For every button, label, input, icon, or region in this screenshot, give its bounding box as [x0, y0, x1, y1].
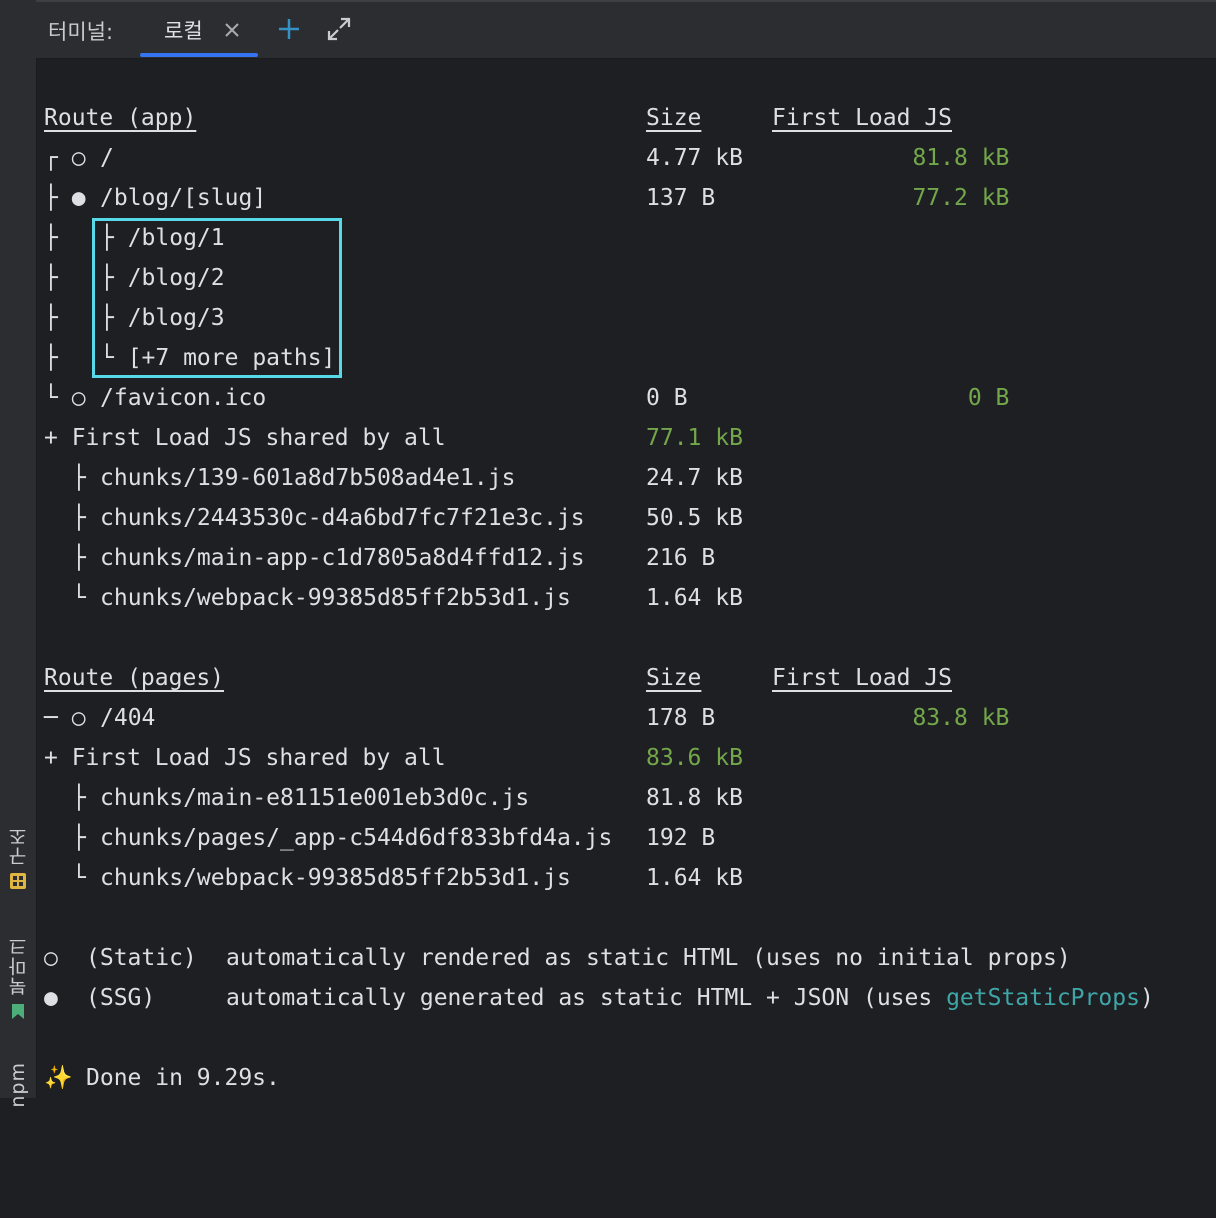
get-static-props-link[interactable]: getStaticProps — [946, 985, 1140, 1011]
first-load-header: First Load JS — [772, 665, 953, 691]
route-first-load: 81.8 kB — [912, 145, 1010, 171]
chunk-size: 50.5 kB — [646, 505, 743, 531]
bookmarks-tool-tab[interactable]: 북마크 — [0, 936, 36, 1020]
legend-static-row: ○ (Static) automatically rendered as sta… — [44, 938, 1071, 978]
size-header: Size — [646, 105, 702, 131]
chunk-row: ├ chunks/2443530c-d4a6bd7fc7f21e3c.js 50… — [44, 498, 743, 538]
expand-icon[interactable] — [326, 16, 352, 42]
new-tab-plus-icon[interactable] — [276, 16, 302, 42]
first-load-header: First Load JS — [772, 105, 953, 131]
static-symbol: ○ — [44, 945, 58, 971]
close-icon[interactable] — [222, 20, 242, 40]
chunk-name: chunks/2443530c-d4a6bd7fc7f21e3c.js — [100, 505, 585, 531]
chunk-size: 24.7 kB — [646, 465, 743, 491]
structure-tool-tab[interactable]: 구조 — [0, 826, 36, 890]
done-message: Done in 9.29s. — [86, 1065, 280, 1091]
chunk-row: └ chunks/webpack-99385d85ff2b53d1.js 1.6… — [44, 858, 743, 898]
npm-tool-tab[interactable]: npm — [0, 1062, 36, 1114]
static-description: automatically rendered as static HTML (u… — [226, 945, 1071, 971]
route-header: Route (app) — [44, 105, 197, 131]
chunk-row: └ chunks/webpack-99385d85ff2b53d1.js 1.6… — [44, 578, 743, 618]
highlight-box — [92, 218, 342, 378]
route-first-load: 83.8 kB — [912, 705, 1010, 731]
route-first-load: 77.2 kB — [912, 185, 1010, 211]
legend-ssg-row: ● (SSG) automatically generated as stati… — [44, 978, 1154, 1018]
chunk-name: chunks/webpack-99385d85ff2b53d1.js — [100, 865, 571, 891]
chunk-name: chunks/webpack-99385d85ff2b53d1.js — [100, 585, 571, 611]
chunk-row: ├ chunks/pages/_app-c544d6df833bfd4a.js … — [44, 818, 715, 858]
route-size: 137 B — [646, 185, 716, 211]
route-prefix: └ ○ — [44, 385, 100, 411]
chunk-size: 216 B — [646, 545, 716, 571]
route-size: 178 B — [646, 705, 716, 731]
shared-label: + First Load JS shared by all — [44, 425, 446, 451]
route-path: /blog/[slug] — [100, 185, 267, 211]
chunk-row: ├ chunks/139-601a8d7b508ad4e1.js 24.7 kB — [44, 458, 743, 498]
tab-local[interactable]: 로컬 — [140, 0, 258, 58]
route-prefix: ─ ○ — [44, 705, 100, 731]
chunk-row: ├ chunks/main-e81151e001eb3d0c.js 81.8 k… — [44, 778, 743, 818]
tab-local-label: 로컬 — [164, 19, 203, 43]
chunk-size: 1.64 kB — [646, 585, 743, 611]
bookmark-icon — [12, 1004, 24, 1019]
structure-tab-label: 구조 — [7, 826, 30, 866]
chunk-tree: ├ — [72, 785, 86, 811]
route-prefix: ┌ ○ — [44, 145, 100, 171]
done-row: ✨ Done in 9.29s. — [44, 1058, 280, 1098]
route-row: ┌ ○ / 4.77 kB 81.8 kB — [44, 138, 1009, 178]
ssg-symbol: ● — [44, 985, 58, 1011]
route-path: /404 — [100, 705, 156, 731]
shared-row: + First Load JS shared by all 83.6 kB — [44, 738, 743, 778]
route-row: ├ ● /blog/[slug] 137 B 77.2 kB — [44, 178, 1009, 218]
chunk-tree: ├ — [72, 825, 86, 851]
route-size: 4.77 kB — [646, 145, 743, 171]
shared-row: + First Load JS shared by all 77.1 kB — [44, 418, 743, 458]
route-size: 0 B — [646, 385, 688, 411]
route-row: └ ○ /favicon.ico 0 B 0 B — [44, 378, 1009, 418]
size-header: Size — [646, 665, 702, 691]
route-prefix: ├ ● — [44, 185, 100, 211]
terminal-tabbar: 터미널: 로컬 — [36, 0, 1216, 59]
chunk-size: 1.64 kB — [646, 865, 743, 891]
route-row: ─ ○ /404 178 B 83.8 kB — [44, 698, 1009, 738]
ssg-desc-text: automatically generated as static HTML +… — [226, 985, 947, 1011]
route-header: Route (pages) — [44, 665, 225, 691]
shared-size: 77.1 kB — [646, 425, 743, 451]
chunk-name: chunks/main-app-c1d7805a8d4ffd12.js — [100, 545, 585, 571]
route-path: /favicon.ico — [100, 385, 267, 411]
app-header-row: Route (app) Size First Load JS — [44, 98, 952, 138]
ssg-description: automatically generated as static HTML +… — [226, 978, 1154, 1018]
shared-label: + First Load JS shared by all — [44, 745, 446, 771]
shared-size: 83.6 kB — [646, 745, 743, 771]
chunk-row: ├ chunks/main-app-c1d7805a8d4ffd12.js 21… — [44, 538, 715, 578]
chunk-tree: └ — [72, 585, 86, 611]
terminal-output[interactable]: Route (app) Size First Load JS ┌ ○ / 4.7… — [44, 0, 1154, 1091]
chunk-tree: ├ — [72, 505, 86, 531]
bookmarks-tab-label: 북마크 — [7, 936, 30, 996]
pages-header-row: Route (pages) Size First Load JS — [44, 658, 952, 698]
sparkles-icon: ✨ — [44, 1065, 73, 1091]
tool-window-bar: 구조 북마크 npm — [0, 0, 37, 1108]
chunk-size: 192 B — [646, 825, 716, 851]
chunk-tree: ├ — [72, 545, 86, 571]
ssg-kind: (SSG) — [86, 985, 156, 1011]
static-kind: (Static) — [86, 945, 197, 971]
chunk-name: chunks/main-e81151e001eb3d0c.js — [100, 785, 530, 811]
chunk-name: chunks/139-601a8d7b508ad4e1.js — [100, 465, 516, 491]
active-tab-underline — [140, 53, 258, 57]
ssg-desc-close: ) — [1139, 985, 1154, 1011]
route-first-load: 0 B — [967, 385, 1010, 411]
route-path: / — [100, 145, 114, 171]
chunk-tree: └ — [72, 865, 86, 891]
chunk-name: chunks/pages/_app-c544d6df833bfd4a.js — [100, 825, 613, 851]
structure-icon — [10, 873, 26, 889]
chunk-tree: ├ — [72, 465, 86, 491]
npm-tab-label: npm — [7, 1062, 29, 1108]
chunk-size: 81.8 kB — [646, 785, 743, 811]
